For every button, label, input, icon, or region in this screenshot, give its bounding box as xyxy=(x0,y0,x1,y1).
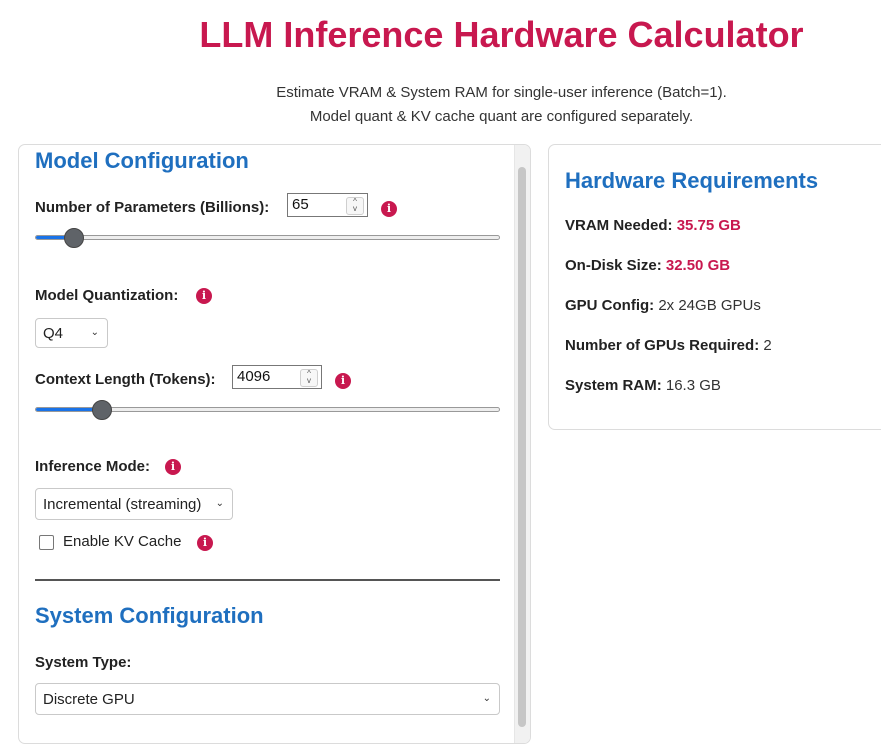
system-config-heading: System Configuration xyxy=(35,603,264,628)
num-gpus-label: Number of GPUs Required: xyxy=(565,337,760,354)
page-subtitle: Estimate VRAM & System RAM for single-us… xyxy=(0,81,881,129)
hardware-requirements-panel: Hardware Requirements VRAM Needed: 35.75… xyxy=(548,144,881,430)
inference-mode-label: Inference Mode: xyxy=(35,458,151,475)
inference-mode-value: Incremental (streaming) xyxy=(43,496,202,513)
page-title: LLM Inference Hardware Calculator xyxy=(199,14,804,55)
subtitle-line-1: Estimate VRAM & System RAM for single-us… xyxy=(276,84,727,101)
params-input[interactable]: 65 ^ v xyxy=(287,193,368,217)
params-stepper[interactable]: ^ v xyxy=(346,197,364,215)
info-icon[interactable]: i xyxy=(335,373,351,389)
system-type-label: System Type: xyxy=(35,654,132,671)
scrollbar-thumb[interactable] xyxy=(518,167,526,727)
subtitle-line-2: Model quant & KV cache quant are configu… xyxy=(309,108,694,125)
info-icon[interactable]: i xyxy=(165,459,181,475)
gpu-config-value: 2x 24GB GPUs xyxy=(658,297,761,314)
chevron-down-icon: ⌄ xyxy=(215,498,224,509)
quant-select-value: Q4 xyxy=(43,325,64,342)
vram-row: VRAM Needed: 35.75 GB xyxy=(565,217,741,234)
params-slider[interactable] xyxy=(35,228,500,248)
num-gpus-value: 2 xyxy=(763,337,772,354)
model-config-panel: Model Configuration Number of Parameters… xyxy=(18,144,531,744)
section-divider xyxy=(35,579,500,581)
quant-label: Model Quantization: xyxy=(35,287,179,304)
context-slider[interactable] xyxy=(35,400,500,420)
panel-scrollbar[interactable] xyxy=(514,145,530,743)
vram-value: 35.75 GB xyxy=(676,217,741,234)
params-label: Number of Parameters (Billions): xyxy=(35,199,270,216)
disk-row: On-Disk Size: 32.50 GB xyxy=(565,257,730,274)
system-ram-row: System RAM: 16.3 GB xyxy=(565,377,721,394)
requirements-heading: Hardware Requirements xyxy=(565,168,819,193)
chevron-down-icon: ⌄ xyxy=(90,327,99,338)
info-icon[interactable]: i xyxy=(196,288,212,304)
gpu-config-label: GPU Config: xyxy=(565,297,655,314)
info-icon[interactable]: i xyxy=(197,535,213,551)
system-ram-label: System RAM: xyxy=(565,377,662,394)
params-slider-thumb[interactable] xyxy=(64,228,85,248)
context-stepper[interactable]: ^ v xyxy=(300,369,318,387)
context-slider-thumb[interactable] xyxy=(91,400,112,420)
context-input[interactable]: 4096 ^ v xyxy=(232,365,322,389)
chevron-down-icon: ⌄ xyxy=(482,693,491,704)
quant-select[interactable]: Q4 ⌄ xyxy=(35,318,108,348)
system-type-value: Discrete GPU xyxy=(43,691,135,708)
context-label: Context Length (Tokens): xyxy=(35,371,216,388)
disk-value: 32.50 GB xyxy=(665,257,731,274)
disk-label: On-Disk Size: xyxy=(565,257,662,274)
system-type-select[interactable]: Discrete GPU ⌄ xyxy=(35,683,500,715)
system-ram-value: 16.3 GB xyxy=(665,377,721,394)
kv-cache-label[interactable]: Enable KV Cache xyxy=(63,533,181,550)
gpu-config-row: GPU Config: 2x 24GB GPUs xyxy=(565,297,761,314)
context-input-value: 4096 xyxy=(237,368,271,385)
num-gpus-row: Number of GPUs Required: 2 xyxy=(565,337,772,354)
kv-cache-checkbox[interactable] xyxy=(39,535,54,550)
vram-label: VRAM Needed: xyxy=(565,217,673,234)
model-config-heading: Model Configuration xyxy=(35,148,249,173)
info-icon[interactable]: i xyxy=(381,201,397,217)
inference-mode-select[interactable]: Incremental (streaming) ⌄ xyxy=(35,488,233,520)
params-input-value: 65 xyxy=(292,196,309,213)
